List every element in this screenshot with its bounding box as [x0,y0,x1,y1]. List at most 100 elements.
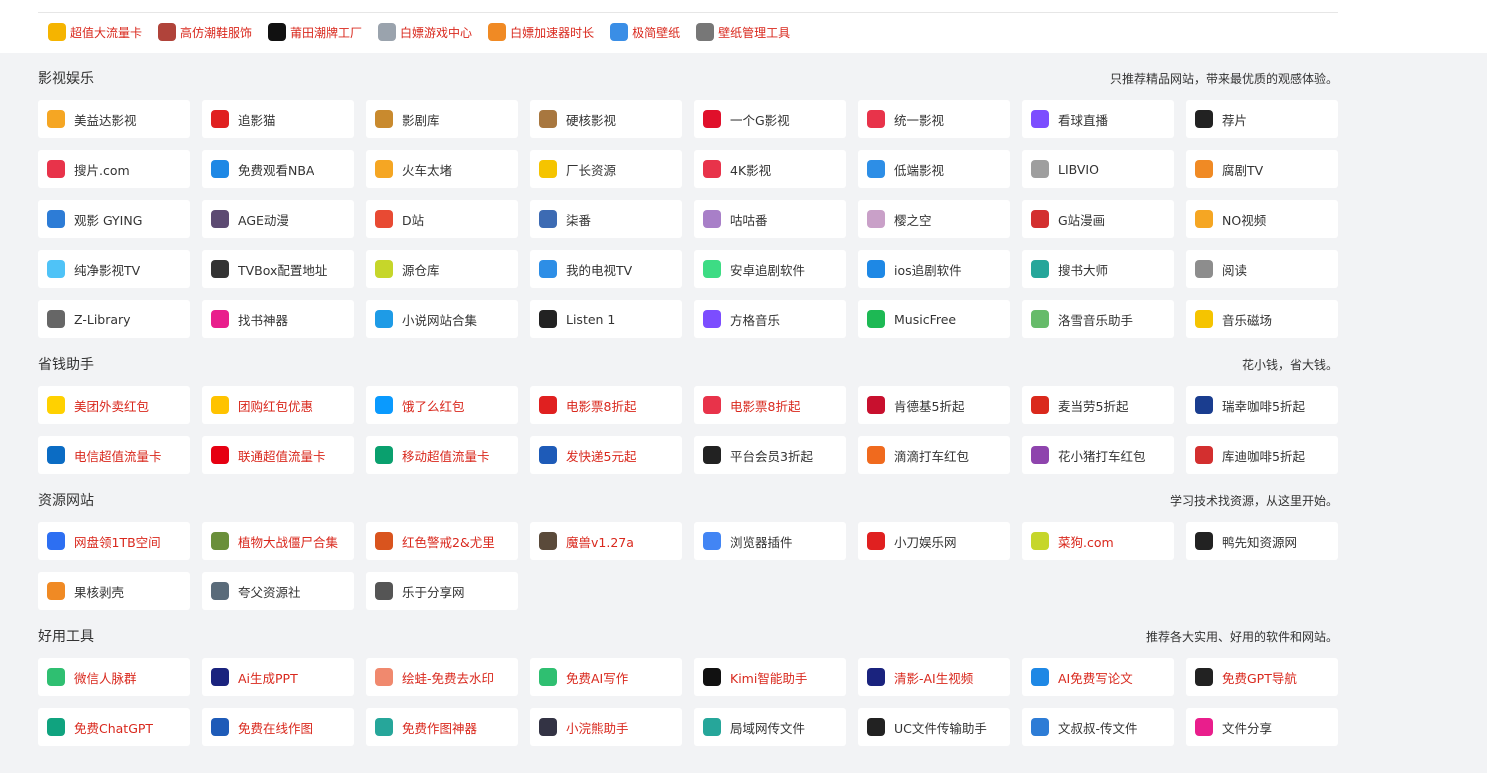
site-card[interactable]: 低端影视 [858,150,1010,188]
site-card[interactable]: 浏览器插件 [694,522,846,560]
site-card[interactable]: 电影票8折起 [694,386,846,424]
site-card[interactable]: AI免费写论文 [1022,658,1174,696]
site-card[interactable]: UC文件传输助手 [858,708,1010,746]
site-card[interactable]: D站 [366,200,518,238]
site-card[interactable]: 微信人脉群 [38,658,190,696]
site-card[interactable]: 免费作图神器 [366,708,518,746]
site-card[interactable]: 局域网传文件 [694,708,846,746]
site-card[interactable]: 清影-AI生视频 [858,658,1010,696]
site-card[interactable]: Kimi智能助手 [694,658,846,696]
site-card[interactable]: 肯德基5折起 [858,386,1010,424]
site-card[interactable]: 发快递5元起 [530,436,682,474]
site-card[interactable]: G站漫画 [1022,200,1174,238]
site-card[interactable]: 麦当劳5折起 [1022,386,1174,424]
site-card[interactable]: 小刀娱乐网 [858,522,1010,560]
site-card-label: AGE动漫 [238,212,289,228]
site-card[interactable]: 绘蛙-免费去水印 [366,658,518,696]
site-card[interactable]: 柒番 [530,200,682,238]
site-card[interactable]: LIBVIO [1022,150,1174,188]
site-logo-icon [539,396,557,414]
site-card[interactable]: 咕咕番 [694,200,846,238]
site-card[interactable]: 花小猪打车红包 [1022,436,1174,474]
site-card[interactable]: 红色警戒2&尤里 [366,522,518,560]
site-logo-icon [375,310,393,328]
site-card[interactable]: MusicFree [858,300,1010,338]
site-card[interactable]: 电信超值流量卡 [38,436,190,474]
site-card[interactable]: 平台会员3折起 [694,436,846,474]
site-card[interactable]: 观影 GYING [38,200,190,238]
site-card[interactable]: Z-Library [38,300,190,338]
site-card[interactable]: 小浣熊助手 [530,708,682,746]
site-card[interactable]: 网盘领1TB空间 [38,522,190,560]
site-card[interactable]: 免费ChatGPT [38,708,190,746]
top-link[interactable]: 莆田潮牌工厂 [268,23,362,41]
site-card[interactable]: 找书神器 [202,300,354,338]
site-card[interactable]: 腐剧TV [1186,150,1338,188]
site-card[interactable]: 我的电视TV [530,250,682,288]
site-card[interactable]: 菜狗.com [1022,522,1174,560]
site-card-label: 柒番 [566,212,592,228]
site-card[interactable]: 乐于分享网 [366,572,518,610]
site-card[interactable]: 影剧库 [366,100,518,138]
site-card[interactable]: 荐片 [1186,100,1338,138]
site-card[interactable]: 饿了么红包 [366,386,518,424]
site-card[interactable]: 统一影视 [858,100,1010,138]
section-title: 省钱助手 [38,357,94,373]
site-card[interactable]: ios追剧软件 [858,250,1010,288]
site-card[interactable]: NO视频 [1186,200,1338,238]
site-card[interactable]: 美益达影视 [38,100,190,138]
site-card[interactable]: 瑞幸咖啡5折起 [1186,386,1338,424]
site-card[interactable]: 魔兽v1.27a [530,522,682,560]
site-card[interactable]: 安卓追剧软件 [694,250,846,288]
site-card[interactable]: 音乐磁场 [1186,300,1338,338]
top-link[interactable]: 壁纸管理工具 [696,23,790,41]
site-card-label: 电影票8折起 [566,398,637,414]
site-card[interactable]: 方格音乐 [694,300,846,338]
site-card[interactable]: 火车太堵 [366,150,518,188]
site-card[interactable]: Ai生成PPT [202,658,354,696]
site-card[interactable]: 看球直播 [1022,100,1174,138]
site-card[interactable]: 樱之空 [858,200,1010,238]
top-link[interactable]: 白嫖加速器时长 [488,23,594,41]
site-logo-icon [703,210,721,228]
site-card[interactable]: 果核剥壳 [38,572,190,610]
site-card[interactable]: 库迪咖啡5折起 [1186,436,1338,474]
site-card[interactable]: 阅读 [1186,250,1338,288]
site-card[interactable]: 免费GPT导航 [1186,658,1338,696]
site-card[interactable]: 免费在线作图 [202,708,354,746]
site-card[interactable]: 一个G影视 [694,100,846,138]
site-logo-icon [1031,260,1049,278]
top-link[interactable]: 高仿潮鞋服饰 [158,23,252,41]
site-card[interactable]: 小说网站合集 [366,300,518,338]
top-link[interactable]: 极简壁纸 [610,23,680,41]
site-card[interactable]: 追影猫 [202,100,354,138]
site-card[interactable]: 4K影视 [694,150,846,188]
site-card[interactable]: 文叔叔-传文件 [1022,708,1174,746]
site-card[interactable]: 硬核影视 [530,100,682,138]
site-card[interactable]: AGE动漫 [202,200,354,238]
site-card-label: 平台会员3折起 [730,448,813,464]
top-link[interactable]: 白嫖游戏中心 [378,23,472,41]
site-card[interactable]: 美团外卖红包 [38,386,190,424]
site-card[interactable]: 夸父资源社 [202,572,354,610]
site-card[interactable]: 免费AI写作 [530,658,682,696]
site-card[interactable]: 纯净影视TV [38,250,190,288]
site-card[interactable]: 源仓库 [366,250,518,288]
site-card[interactable]: 鸭先知资源网 [1186,522,1338,560]
site-card[interactable]: 植物大战僵尸合集 [202,522,354,560]
site-card[interactable]: 搜书大师 [1022,250,1174,288]
site-card[interactable]: 文件分享 [1186,708,1338,746]
site-card[interactable]: Listen 1 [530,300,682,338]
site-card[interactable]: 搜片.com [38,150,190,188]
top-link[interactable]: 超值大流量卡 [48,23,142,41]
site-card[interactable]: 移动超值流量卡 [366,436,518,474]
site-card[interactable]: 洛雪音乐助手 [1022,300,1174,338]
site-card[interactable]: TVBox配置地址 [202,250,354,288]
site-card[interactable]: 免费观看NBA [202,150,354,188]
site-card[interactable]: 联通超值流量卡 [202,436,354,474]
site-card[interactable]: 电影票8折起 [530,386,682,424]
site-card-label: 联通超值流量卡 [238,448,326,464]
site-card[interactable]: 滴滴打车红包 [858,436,1010,474]
site-card[interactable]: 团购红包优惠 [202,386,354,424]
site-card[interactable]: 厂长资源 [530,150,682,188]
